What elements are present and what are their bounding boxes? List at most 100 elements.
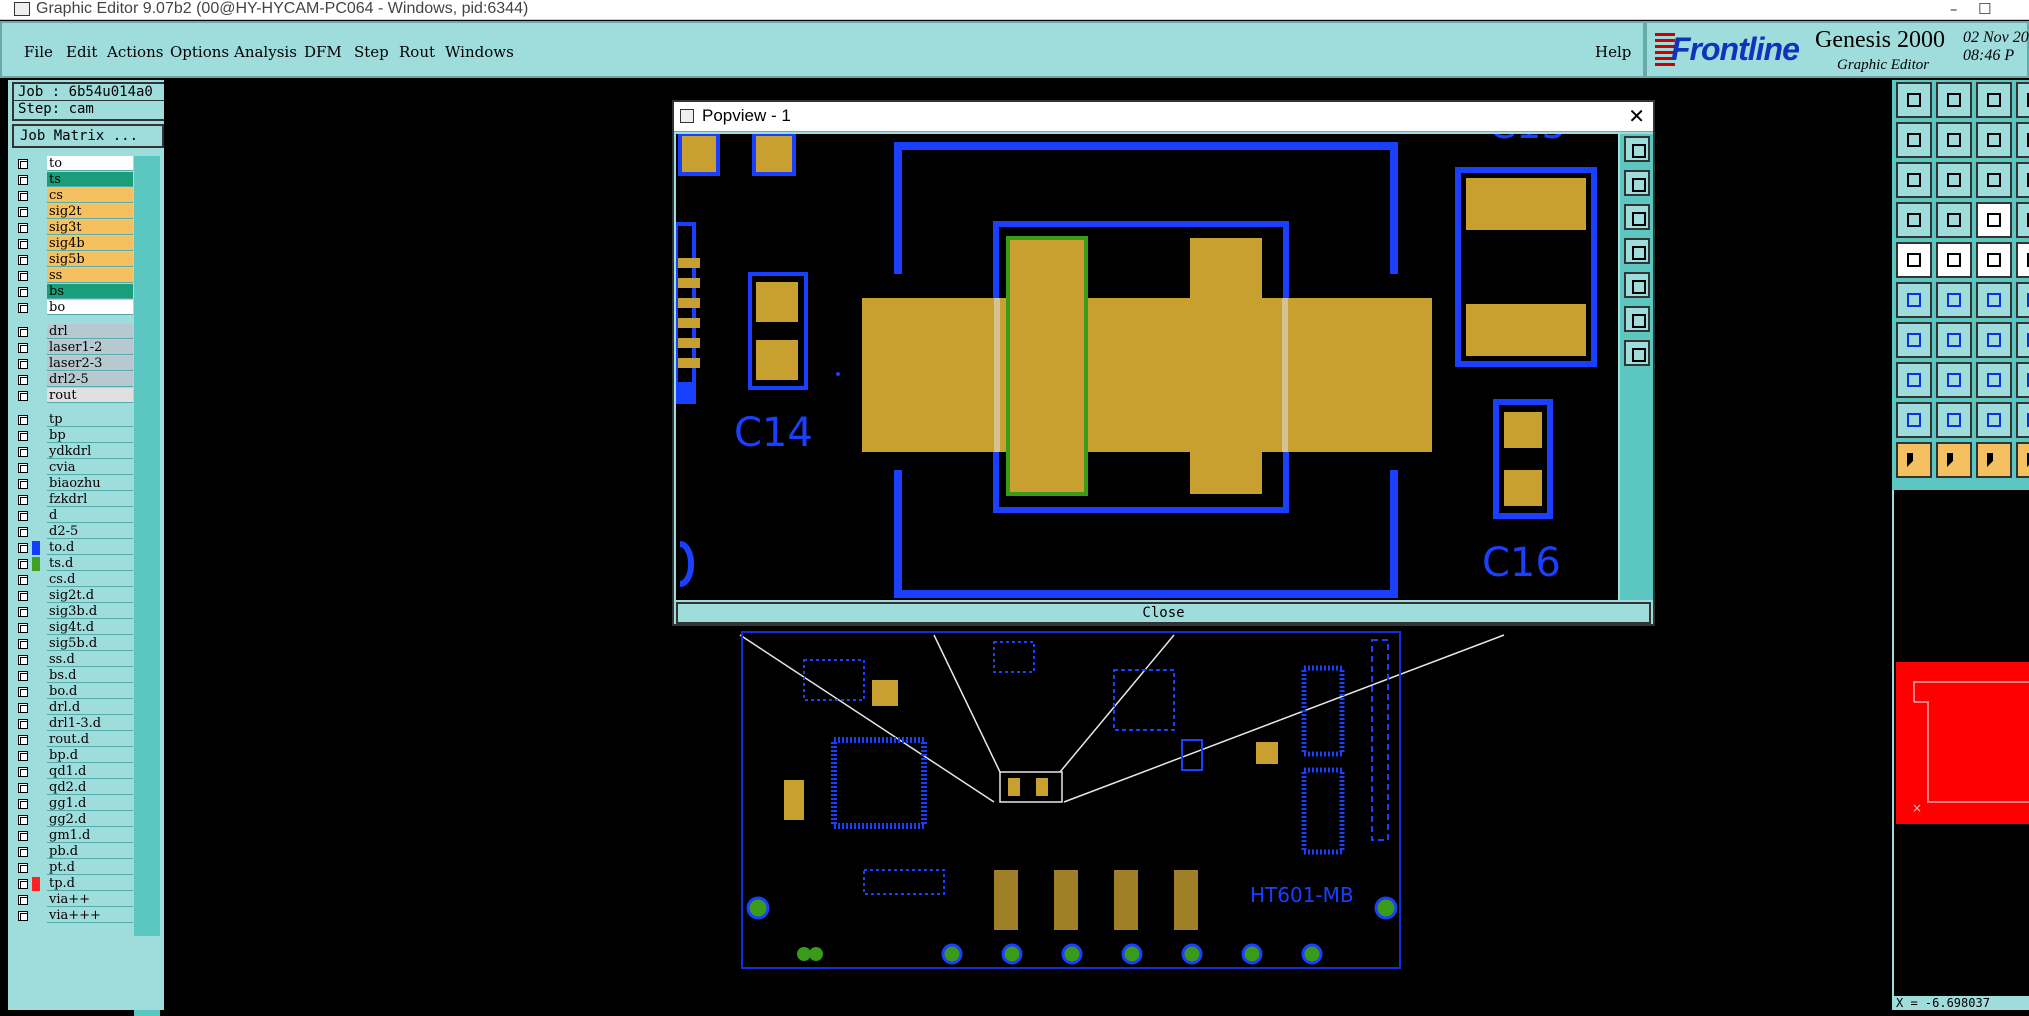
layer-name[interactable]: pb.d: [47, 844, 133, 859]
tool-button-9-3-icon[interactable]: [2016, 442, 2029, 478]
tool-button-6-2-icon[interactable]: [1976, 322, 2012, 358]
layer-checkbox[interactable]: [18, 463, 28, 473]
layer-name[interactable]: rout: [47, 388, 133, 403]
tool-button-7-1-icon[interactable]: [1936, 362, 1972, 398]
layer-name[interactable]: laser1-2: [47, 340, 133, 355]
tool-button-8-0-icon[interactable]: [1896, 402, 1932, 438]
layer-name[interactable]: drl2-5: [47, 372, 133, 387]
layer-checkbox[interactable]: [18, 239, 28, 249]
pop-zoom-out-icon[interactable]: [1624, 204, 1650, 230]
layer-checkbox[interactable]: [18, 527, 28, 537]
layer-row[interactable]: d: [12, 508, 142, 524]
layer-checkbox[interactable]: [18, 511, 28, 521]
layer-name[interactable]: bo.d: [47, 684, 133, 699]
layer-checkbox[interactable]: [18, 415, 28, 425]
layer-checkbox[interactable]: [18, 751, 28, 761]
layer-name[interactable]: cs: [47, 188, 133, 203]
layer-name[interactable]: d: [47, 508, 133, 523]
layer-name[interactable]: bo: [47, 300, 133, 315]
layer-name[interactable]: ts.d: [47, 556, 133, 571]
layer-row[interactable]: gg1.d: [12, 796, 142, 812]
layer-checkbox[interactable]: [18, 271, 28, 281]
layer-name[interactable]: drl: [47, 324, 133, 339]
layer-row[interactable]: qd1.d: [12, 764, 142, 780]
layer-checkbox[interactable]: [18, 735, 28, 745]
layer-checkbox[interactable]: [18, 223, 28, 233]
layer-row[interactable]: sig5b.d: [12, 636, 142, 652]
layer-name[interactable]: biaozhu: [47, 476, 133, 491]
graphic-canvas[interactable]: HT601-MB Popview - 1 ✕ C14 C16 Close: [164, 80, 1892, 1010]
layer-row[interactable]: bo: [12, 300, 142, 316]
layer-row[interactable]: bo.d: [12, 684, 142, 700]
layer-checkbox[interactable]: [18, 815, 28, 825]
tool-button-4-0-icon[interactable]: [1896, 242, 1932, 278]
layer-row[interactable]: rout: [12, 388, 142, 404]
layer-name[interactable]: ss.d: [47, 652, 133, 667]
layer-checkbox[interactable]: [18, 191, 28, 201]
layer-row[interactable]: tp.d: [12, 876, 142, 892]
layer-row[interactable]: sig2t: [12, 204, 142, 220]
layer-name[interactable]: ss: [47, 268, 133, 283]
layer-name[interactable]: sig3b.d: [47, 604, 133, 619]
tool-button-9-2-icon[interactable]: [1976, 442, 2012, 478]
layer-name[interactable]: tp: [47, 412, 133, 427]
layer-row[interactable]: bs.d: [12, 668, 142, 684]
layer-row[interactable]: ss: [12, 268, 142, 284]
menu-actions[interactable]: Actions: [107, 43, 163, 61]
layer-row[interactable]: ts: [12, 172, 142, 188]
layer-name[interactable]: bs: [47, 284, 133, 299]
layer-row[interactable]: qd2.d: [12, 780, 142, 796]
layer-checkbox[interactable]: [18, 799, 28, 809]
layer-checkbox[interactable]: [18, 255, 28, 265]
layer-row[interactable]: drl.d: [12, 700, 142, 716]
layer-checkbox[interactable]: [18, 863, 28, 873]
tool-button-8-1-icon[interactable]: [1936, 402, 1972, 438]
layer-row[interactable]: bs: [12, 284, 142, 300]
layer-row[interactable]: ydkdrl: [12, 444, 142, 460]
tool-button-2-1-icon[interactable]: [1936, 162, 1972, 198]
layer-name[interactable]: rout.d: [47, 732, 133, 747]
layer-name[interactable]: gg1.d: [47, 796, 133, 811]
layer-row[interactable]: tp: [12, 412, 142, 428]
tool-button-1-2-icon[interactable]: [1976, 122, 2012, 158]
layer-row[interactable]: fzkdrl: [12, 492, 142, 508]
tool-button-0-0-icon[interactable]: [1896, 82, 1932, 118]
menu-file[interactable]: File: [24, 43, 53, 61]
layer-name[interactable]: gg2.d: [47, 812, 133, 827]
layer-checkbox[interactable]: [18, 447, 28, 457]
layer-row[interactable]: laser1-2: [12, 340, 142, 356]
pop-pan-left-icon[interactable]: [1624, 238, 1650, 264]
layer-checkbox[interactable]: [18, 175, 28, 185]
layer-row[interactable]: sig4t.d: [12, 620, 142, 636]
layer-name[interactable]: bs.d: [47, 668, 133, 683]
maximize-button[interactable]: ☐: [1978, 0, 1991, 18]
layer-row[interactable]: via++: [12, 892, 142, 908]
layer-name[interactable]: pt.d: [47, 860, 133, 875]
layer-checkbox[interactable]: [18, 847, 28, 857]
tool-button-6-3-icon[interactable]: [2016, 322, 2029, 358]
menu-step[interactable]: Step: [354, 43, 389, 61]
tool-button-7-0-icon[interactable]: [1896, 362, 1932, 398]
layer-checkbox[interactable]: [18, 575, 28, 585]
layer-checkbox[interactable]: [18, 207, 28, 217]
layer-row[interactable]: pb.d: [12, 844, 142, 860]
layer-name[interactable]: to: [47, 156, 133, 171]
tool-button-0-3-icon[interactable]: [2016, 82, 2029, 118]
layer-row[interactable]: laser2-3: [12, 356, 142, 372]
minimize-button[interactable]: –: [1950, 0, 1958, 18]
layer-checkbox[interactable]: [18, 591, 28, 601]
layer-name[interactable]: bp.d: [47, 748, 133, 763]
layer-checkbox[interactable]: [18, 911, 28, 921]
tool-button-1-1-icon[interactable]: [1936, 122, 1972, 158]
popview-canvas[interactable]: C14 C15 C16: [676, 134, 1618, 600]
tool-button-3-2-icon[interactable]: [1976, 202, 2012, 238]
layer-checkbox[interactable]: [18, 375, 28, 385]
layer-row[interactable]: cvia: [12, 460, 142, 476]
tool-button-1-3-icon[interactable]: [2016, 122, 2029, 158]
layer-name[interactable]: fzkdrl: [47, 492, 133, 507]
tool-button-8-3-icon[interactable]: [2016, 402, 2029, 438]
tool-button-3-3-icon[interactable]: [2016, 202, 2029, 238]
layer-name[interactable]: via+++: [47, 908, 133, 923]
popview-close-button[interactable]: Close: [676, 602, 1651, 624]
tool-button-2-2-icon[interactable]: [1976, 162, 2012, 198]
